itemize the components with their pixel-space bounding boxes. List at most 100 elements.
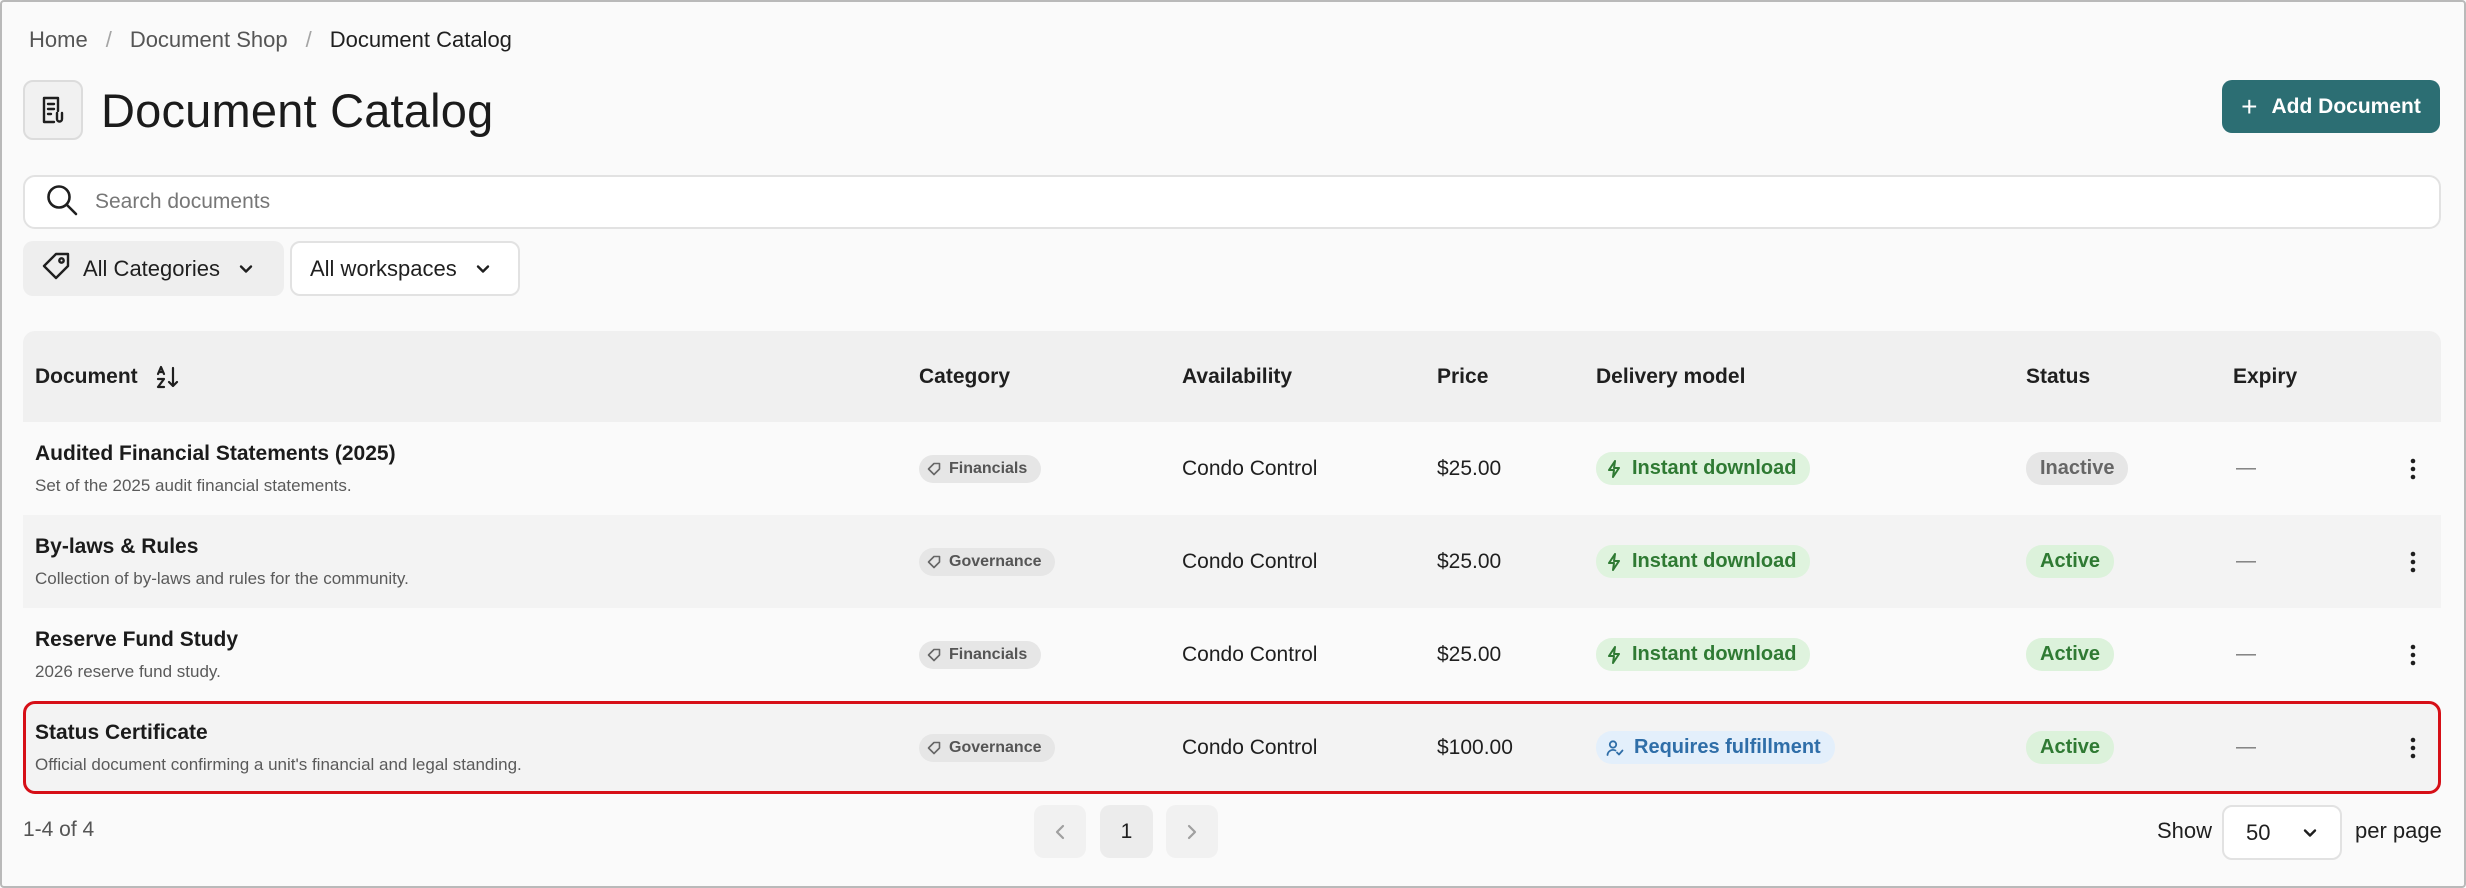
price-cell: $100.00 [1437,735,1513,759]
page-button[interactable]: 1 [1100,805,1153,858]
delivery-badge: Instant download [1596,452,1811,485]
breadcrumb-document-shop[interactable]: Document Shop [130,27,288,53]
more-vertical-icon[interactable] [2398,449,2428,489]
tag-icon [927,648,941,662]
chevron-down-icon [2300,823,2320,843]
price-cell: $25.00 [1437,456,1502,480]
delivery-label: Instant download [1632,550,1797,572]
previous-page-button[interactable] [1034,805,1086,858]
price-cell: $25.00 [1437,642,1502,666]
table-row[interactable]: Reserve Fund Study 2026 reserve fund stu… [23,608,2441,701]
user-check-icon [1606,739,1624,757]
row-actions [2398,608,2428,701]
expiry-cell: — [2236,736,2256,758]
category-cell: Financials [919,422,1042,515]
breadcrumb-separator: / [105,27,112,52]
lightning-icon [1606,459,1622,478]
more-vertical-icon[interactable] [2398,635,2428,675]
chevron-right-icon [1184,822,1200,842]
availability-cell: Condo Control [1182,735,1318,759]
more-vertical-icon[interactable] [2398,728,2428,768]
results-count: 1-4 of 4 [23,818,95,841]
document-cell: Status Certificate Official document con… [35,701,522,794]
workspace-filter-label: All workspaces [310,255,457,281]
availability-cell: Condo Control [1182,642,1318,666]
lightning-icon [1606,552,1622,571]
status-badge: Active [2026,638,2115,671]
add-document-button[interactable]: + Add Document [2222,80,2440,133]
column-header-status: Status [2026,364,2091,388]
next-page-button[interactable] [1166,805,1218,858]
delivery-label: Instant download [1632,643,1797,665]
per-page-label: per page [2355,818,2442,843]
category-filter-dropdown[interactable]: All Categories [23,241,284,296]
row-actions [2398,515,2428,608]
column-header-label: Document [35,364,138,388]
per-page-select[interactable]: 50 [2222,805,2342,860]
tag-icon [927,741,941,755]
category-label: Financials [949,459,1028,477]
plus-icon: + [2241,90,2258,122]
status-badge: Active [2026,545,2115,578]
table-row[interactable]: By-laws & Rules Collection of by-laws an… [23,515,2441,608]
category-badge: Financials [919,640,1042,669]
sort-icon[interactable] [154,364,180,390]
delivery-badge: Instant download [1596,638,1811,671]
show-label: Show [2157,818,2213,843]
breadcrumb-home[interactable]: Home [29,27,88,53]
document-cell: By-laws & Rules Collection of by-laws an… [35,515,409,608]
delivery-badge: Instant download [1596,545,1811,578]
delivery-badge: Requires fulfillment [1596,731,1835,764]
breadcrumb: Home / Document Shop / Document Catalog [29,26,512,54]
breadcrumb-current: Document Catalog [329,27,512,52]
page-header: Document Catalog [23,80,493,140]
search-input[interactable] [95,190,2295,214]
table-row[interactable]: Audited Financial Statements (2025) Set … [23,422,2441,515]
document-list-icon [23,80,83,140]
document-description: Collection of by-laws and rules for the … [35,568,409,588]
tag-icon [927,555,941,569]
chevron-left-icon [1052,822,1068,842]
document-title[interactable]: Reserve Fund Study [35,628,238,652]
delivery-label: Instant download [1632,457,1797,479]
status-cell: Inactive [2026,422,2129,515]
column-header-document[interactable]: Document [35,331,180,422]
document-title[interactable]: Audited Financial Statements (2025) [35,442,396,466]
column-header-expiry: Expiry [2233,364,2298,388]
column-header-availability: Availability [1182,364,1293,388]
add-document-label: Add Document [2271,94,2421,118]
category-filter-label: All Categories [83,255,220,281]
search-icon [45,183,79,222]
category-cell: Financials [919,608,1042,701]
document-description: Official document confirming a unit's fi… [35,754,522,774]
row-actions [2398,422,2428,515]
page-title: Document Catalog [101,83,494,137]
table-header: Document Category Availability Price Del… [23,331,2441,422]
status-cell: Active [2026,608,2115,701]
expiry-cell: — [2236,643,2256,665]
delivery-label: Requires fulfillment [1634,736,1821,758]
availability-cell: Condo Control [1182,456,1318,480]
availability-cell: Condo Control [1182,549,1318,573]
breadcrumb-separator: / [305,27,312,52]
document-description: Set of the 2025 audit financial statemen… [35,475,352,495]
status-badge: Inactive [2026,452,2129,485]
column-header-delivery-model: Delivery model [1596,364,1746,388]
delivery-cell: Instant download [1596,422,1811,515]
expiry-cell: — [2236,550,2256,572]
delivery-cell: Instant download [1596,515,1811,608]
tag-icon [927,462,941,476]
document-title[interactable]: Status Certificate [35,721,208,745]
tag-icon [41,251,71,287]
workspace-filter-dropdown[interactable]: All workspaces [290,241,520,296]
expiry-cell: — [2236,457,2256,479]
category-label: Governance [949,552,1042,570]
per-page-value: 50 [2246,819,2271,845]
table-row-selected[interactable]: Status Certificate Official document con… [23,701,2441,794]
column-header-price: Price [1437,364,1489,388]
more-vertical-icon[interactable] [2398,542,2428,582]
category-badge: Governance [919,733,1056,762]
price-cell: $25.00 [1437,549,1502,573]
status-cell: Active [2026,701,2115,794]
document-title[interactable]: By-laws & Rules [35,535,198,559]
